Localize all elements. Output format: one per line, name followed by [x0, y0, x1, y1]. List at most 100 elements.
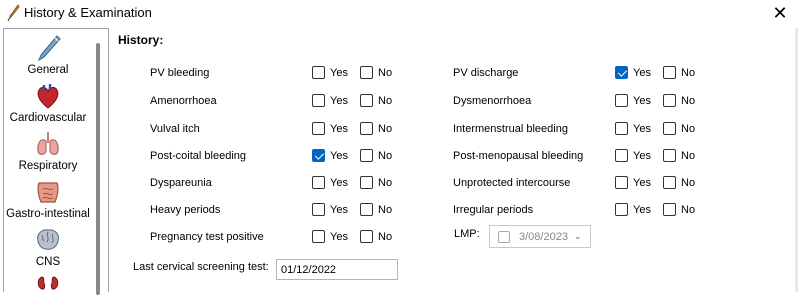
yes-checkbox[interactable]	[312, 230, 325, 243]
no-label: No	[681, 94, 696, 107]
no-option[interactable]: No	[360, 203, 392, 216]
no-label: No	[378, 176, 393, 189]
yes-label: Yes	[633, 203, 651, 216]
yes-checkbox[interactable]	[312, 122, 325, 135]
no-checkbox[interactable]	[663, 176, 676, 189]
sidebar-item-gastro-intestinal[interactable]: Gastro-intestinal	[4, 177, 92, 220]
no-checkbox[interactable]	[360, 66, 373, 79]
yes-checkbox[interactable]	[615, 203, 628, 216]
close-icon: ✕	[772, 2, 788, 23]
yes-checkbox[interactable]	[312, 176, 325, 189]
question-label: Intermenstrual bleeding	[453, 123, 568, 135]
no-option[interactable]: No	[360, 176, 392, 189]
no-checkbox[interactable]	[663, 94, 676, 107]
brain-icon	[37, 229, 59, 250]
no-option[interactable]: No	[663, 94, 695, 107]
yes-option[interactable]: Yes	[312, 203, 348, 216]
lmp-date-picker[interactable]: 3/08/2023 ⌄	[489, 225, 591, 248]
sidebar-scrollbar[interactable]	[96, 43, 100, 295]
yes-label: Yes	[330, 66, 348, 79]
yes-option[interactable]: Yes	[615, 203, 651, 216]
question-label: Irregular periods	[453, 204, 534, 216]
no-checkbox[interactable]	[360, 230, 373, 243]
yes-checkbox[interactable]	[312, 149, 325, 162]
no-label: No	[378, 203, 393, 216]
no-option[interactable]: No	[360, 94, 392, 107]
yes-option[interactable]: Yes	[312, 122, 348, 135]
no-label: No	[378, 94, 393, 107]
yes-checkbox[interactable]	[615, 149, 628, 162]
no-checkbox[interactable]	[663, 149, 676, 162]
sidebar-item-respiratory[interactable]: Respiratory	[4, 129, 92, 172]
yes-label: Yes	[633, 66, 651, 79]
yes-label: Yes	[330, 149, 348, 162]
yes-checkbox[interactable]	[312, 203, 325, 216]
quill-pen-icon	[7, 4, 20, 22]
no-option[interactable]: No	[360, 149, 392, 162]
sidebar-item-cardiovascular[interactable]: Cardiovascular	[4, 81, 92, 124]
no-option[interactable]: No	[360, 230, 392, 243]
no-checkbox[interactable]	[663, 203, 676, 216]
sidebar-item-label: Respiratory	[18, 160, 78, 172]
yes-checkbox[interactable]	[615, 122, 628, 135]
lmp-enable-checkbox[interactable]	[498, 230, 510, 243]
no-checkbox[interactable]	[663, 122, 676, 135]
sidebar-item-renal[interactable]	[4, 273, 92, 303]
title-bar: History & Examination ✕	[0, 0, 798, 26]
question-label: Post-menopausal bleeding	[453, 150, 584, 162]
yes-option[interactable]: Yes	[615, 149, 651, 162]
yes-label: Yes	[330, 230, 348, 243]
question-label: Heavy periods	[150, 204, 221, 216]
no-checkbox[interactable]	[360, 149, 373, 162]
yes-checkbox[interactable]	[615, 66, 628, 79]
yes-label: Yes	[330, 122, 348, 135]
yes-checkbox[interactable]	[615, 176, 628, 189]
yes-option[interactable]: Yes	[312, 94, 348, 107]
close-button[interactable]: ✕	[762, 0, 798, 26]
no-label: No	[681, 66, 696, 79]
no-option[interactable]: No	[663, 149, 695, 162]
yes-option[interactable]: Yes	[615, 94, 651, 107]
no-checkbox[interactable]	[360, 122, 373, 135]
yes-label: Yes	[330, 203, 348, 216]
lungs-icon	[37, 132, 59, 155]
question-label: Dyspareunia	[150, 177, 212, 189]
sidebar-item-cns[interactable]: CNS	[4, 225, 92, 268]
no-option[interactable]: No	[663, 122, 695, 135]
yes-option[interactable]: Yes	[312, 230, 348, 243]
no-label: No	[378, 230, 393, 243]
sidebar-item-label: Gastro-intestinal	[6, 208, 90, 220]
yes-option[interactable]: Yes	[615, 122, 651, 135]
no-option[interactable]: No	[360, 122, 392, 135]
no-option[interactable]: No	[663, 203, 695, 216]
yes-checkbox[interactable]	[312, 66, 325, 79]
no-option[interactable]: No	[663, 66, 695, 79]
yes-label: Yes	[633, 149, 651, 162]
no-checkbox[interactable]	[360, 94, 373, 107]
no-checkbox[interactable]	[360, 176, 373, 189]
question-label: Pregnancy test positive	[150, 231, 264, 243]
chevron-down-icon[interactable]: ⌄	[574, 231, 582, 242]
no-checkbox[interactable]	[663, 66, 676, 79]
yes-option[interactable]: Yes	[615, 66, 651, 79]
yes-checkbox[interactable]	[312, 94, 325, 107]
question-label: Unprotected intercourse	[453, 177, 571, 189]
question-label: Dysmenorrhoea	[453, 95, 532, 107]
sidebar-item-general[interactable]: General	[4, 33, 92, 76]
yes-option[interactable]: Yes	[615, 176, 651, 189]
no-checkbox[interactable]	[360, 203, 373, 216]
lmp-label: LMP:	[454, 228, 480, 240]
yes-label: Yes	[330, 94, 348, 107]
yes-option[interactable]: Yes	[312, 149, 348, 162]
no-option[interactable]: No	[360, 66, 392, 79]
yes-option[interactable]: Yes	[312, 176, 348, 189]
sidebar-item-label: Cardiovascular	[9, 112, 87, 124]
kidney-icon	[37, 276, 59, 290]
yes-option[interactable]: Yes	[312, 66, 348, 79]
no-option[interactable]: No	[663, 176, 695, 189]
cervical-screening-input[interactable]	[276, 259, 398, 280]
yes-checkbox[interactable]	[615, 94, 628, 107]
window-title: History & Examination	[24, 5, 152, 20]
no-label: No	[378, 66, 393, 79]
yes-label: Yes	[633, 94, 651, 107]
